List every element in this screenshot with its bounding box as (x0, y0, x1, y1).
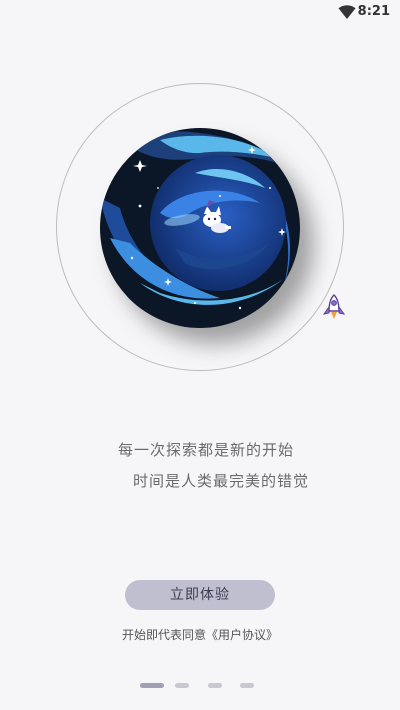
page-dot (240, 683, 254, 688)
page-dot (175, 683, 189, 688)
page-dot-active (140, 683, 164, 688)
splash-screen: 8:21 每一次探索都是新的开始 时间是人类最完美的错觉 立即体验 开始即代表同… (0, 0, 400, 710)
start-experience-button[interactable]: 立即体验 (125, 580, 275, 610)
user-agreement-link[interactable]: 《用户协议》 (206, 628, 278, 642)
slogan-line-1: 每一次探索都是新的开始 (118, 441, 295, 459)
agreement-prefix: 开始即代表同意 (121, 628, 206, 642)
page-dot (208, 683, 222, 688)
status-bar: 8:21 (0, 0, 400, 26)
slogan-line-2: 时间是人类最完美的错觉 (133, 472, 310, 490)
rocket-icon (322, 294, 346, 319)
wifi-icon (338, 5, 356, 19)
status-time: 8:21 (357, 4, 390, 19)
page-indicator (140, 683, 260, 689)
agreement-text: 开始即代表同意《用户协议》 (0, 626, 400, 643)
planet-illustration (100, 128, 300, 328)
